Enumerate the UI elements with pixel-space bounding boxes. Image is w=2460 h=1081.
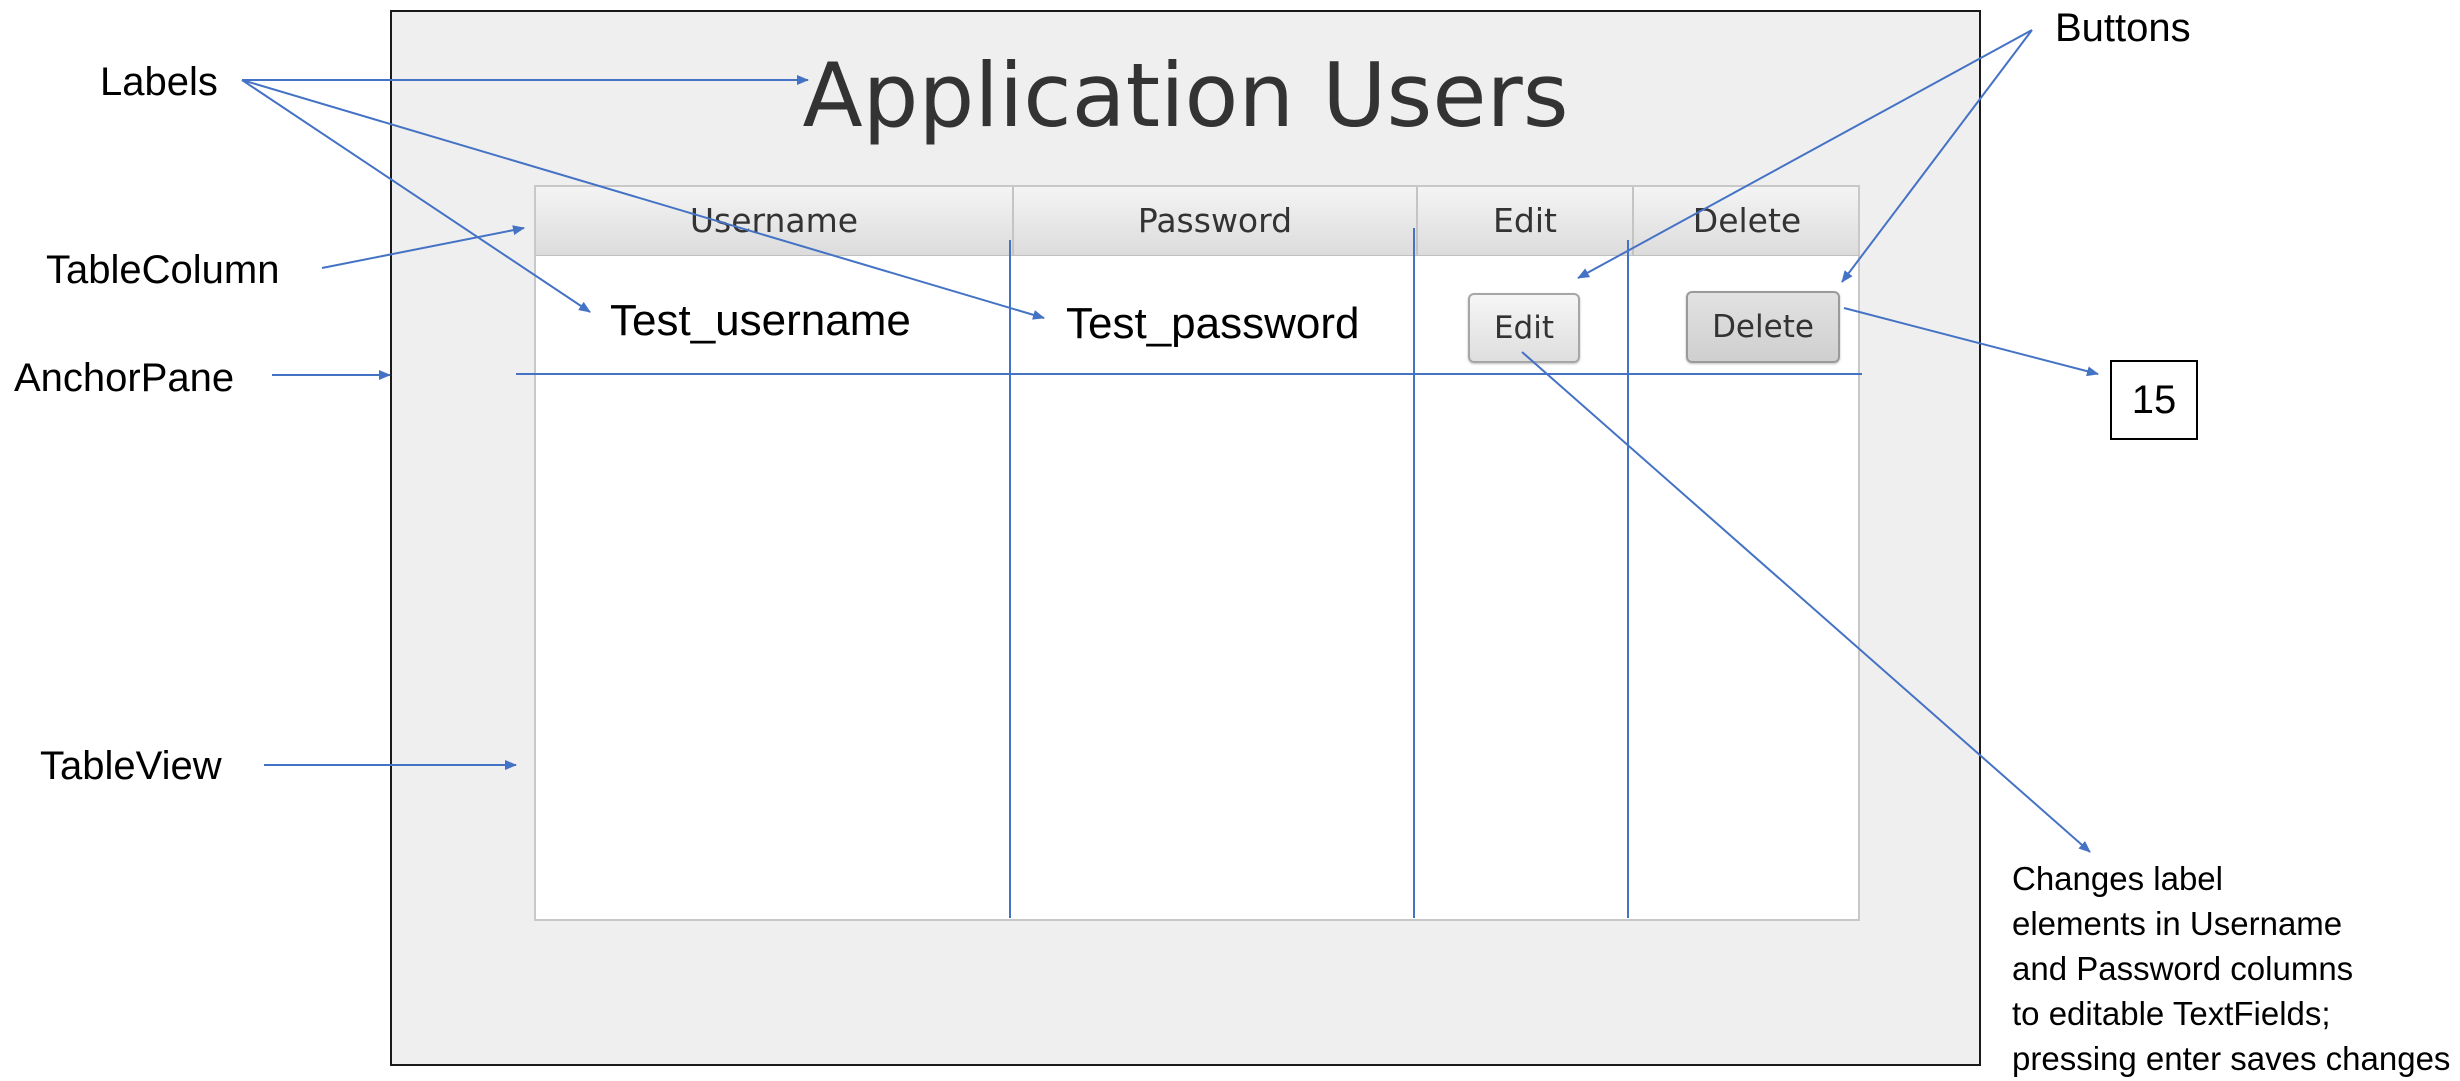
table-column-callout: TableColumn bbox=[46, 248, 280, 292]
edit-note-line: to editable TextFields; bbox=[2012, 995, 2331, 1032]
table-view-callout: TableView bbox=[40, 744, 222, 788]
edit-button[interactable]: Edit bbox=[1468, 293, 1580, 363]
page-title: Application Users bbox=[802, 44, 1569, 147]
column-header-username[interactable]: Username bbox=[536, 187, 1014, 255]
edit-note: Changes label elements in Username and P… bbox=[2012, 856, 2452, 1081]
labels-callout: Labels bbox=[100, 60, 218, 104]
delete-button[interactable]: Delete bbox=[1686, 291, 1840, 363]
column-header-edit[interactable]: Edit bbox=[1418, 187, 1634, 255]
column-header-delete[interactable]: Delete bbox=[1634, 187, 1860, 255]
column-header-password[interactable]: Password bbox=[1014, 187, 1418, 255]
users-table[interactable]: Username Password Edit Delete Test_usern… bbox=[534, 185, 1860, 921]
edit-note-line: Changes label bbox=[2012, 860, 2223, 897]
table-header: Username Password Edit Delete bbox=[536, 187, 1858, 256]
edit-note-line: elements in Username bbox=[2012, 905, 2343, 942]
edit-note-line: and Password columns bbox=[2012, 950, 2354, 987]
count-box: 15 bbox=[2110, 360, 2198, 440]
buttons-callout: Buttons bbox=[2055, 6, 2191, 50]
username-cell: Test_username bbox=[610, 296, 911, 345]
anchor-pane-callout: AnchorPane bbox=[14, 356, 235, 400]
anchor-pane: Application Users Username Password Edit… bbox=[390, 10, 1981, 1066]
edit-note-line: pressing enter saves changes bbox=[2012, 1040, 2451, 1077]
password-cell: Test_password bbox=[1066, 299, 1360, 348]
